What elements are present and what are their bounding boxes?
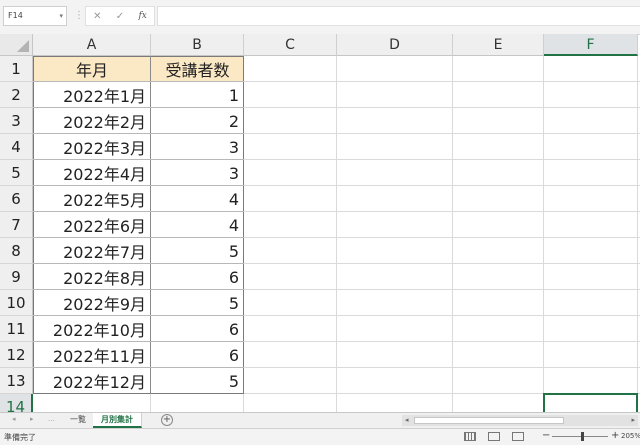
header-cell-month[interactable]: 年月 <box>33 56 151 82</box>
table-row-divider <box>33 159 244 160</box>
name-box[interactable]: F14 ▾ <box>3 6 67 26</box>
row-header-6[interactable]: 6 <box>0 186 33 212</box>
status-text: 準備完了 <box>4 433 36 442</box>
more-tabs-icon[interactable]: … <box>48 415 55 423</box>
cell-month[interactable]: 2022年1月 <box>33 82 151 108</box>
cell-month[interactable]: 2022年3月 <box>33 134 151 160</box>
spreadsheet-grid[interactable]: A B C D E F 1 2 3 4 5 6 7 8 9 10 11 12 13 14 年月 受講者数 2022年1月 1 2… <box>0 34 640 440</box>
name-box-value: F14 <box>8 11 23 20</box>
table-row-divider <box>33 315 244 316</box>
row-header-5[interactable]: 5 <box>0 160 33 186</box>
zoom-slider[interactable] <box>552 436 608 437</box>
formula-input[interactable] <box>157 6 640 26</box>
add-sheet-button[interactable]: + <box>161 414 173 426</box>
enter-icon[interactable]: ✓ <box>116 11 124 22</box>
cancel-icon[interactable]: ✕ <box>93 11 101 22</box>
column-header-f[interactable]: F <box>544 34 638 56</box>
cell-count[interactable]: 3 <box>151 134 244 160</box>
status-bar: 準備完了 − + 205% <box>0 428 640 445</box>
cell-count[interactable]: 6 <box>151 342 244 368</box>
cell-month[interactable]: 2022年11月 <box>33 342 151 368</box>
select-all-icon <box>17 40 29 52</box>
cell-count[interactable]: 3 <box>151 160 244 186</box>
scrollbar-thumb[interactable] <box>414 417 564 424</box>
row-header-13[interactable]: 13 <box>0 368 33 394</box>
cell-count[interactable]: 1 <box>151 82 244 108</box>
page-layout-icon[interactable] <box>488 432 500 441</box>
cell-month[interactable]: 2022年5月 <box>33 186 151 212</box>
row-header-11[interactable]: 11 <box>0 316 33 342</box>
horizontal-scrollbar[interactable]: ◂ ▸ <box>402 415 638 426</box>
table-row-divider <box>33 107 244 108</box>
sheet-tab-bar: ◂ ▸ … 一覧 月別集計 + ◂ ▸ <box>0 412 640 429</box>
table-row-divider <box>33 81 244 82</box>
cell-count[interactable]: 2 <box>151 108 244 134</box>
table-row-divider <box>33 289 244 290</box>
scroll-tabs-left-icon[interactable]: ◂ <box>12 415 16 423</box>
row-header-4[interactable]: 4 <box>0 134 33 160</box>
row-header-7[interactable]: 7 <box>0 212 33 238</box>
row-header-3[interactable]: 3 <box>0 108 33 134</box>
gridline-vertical <box>637 56 638 440</box>
table-row-divider <box>33 341 244 342</box>
cell-month[interactable]: 2022年8月 <box>33 264 151 290</box>
cell-count[interactable]: 6 <box>151 316 244 342</box>
row-header-8[interactable]: 8 <box>0 238 33 264</box>
table-row-divider <box>33 237 244 238</box>
cell-count[interactable]: 4 <box>151 186 244 212</box>
scroll-tabs-right-icon[interactable]: ▸ <box>30 415 34 423</box>
gridline-vertical <box>543 56 544 440</box>
scroll-right-icon[interactable]: ▸ <box>631 415 635 426</box>
gridline-vertical <box>336 56 337 440</box>
table-row-divider <box>33 263 244 264</box>
table-row-divider <box>33 367 244 368</box>
zoom-out-button[interactable]: − <box>542 430 550 441</box>
cell-count[interactable]: 5 <box>151 290 244 316</box>
row-header-9[interactable]: 9 <box>0 264 33 290</box>
row-header-2[interactable]: 2 <box>0 82 33 108</box>
formula-buttons: ✕ ✓ fx <box>85 6 155 26</box>
cell-count[interactable]: 5 <box>151 368 244 394</box>
cell-month[interactable]: 2022年10月 <box>33 316 151 342</box>
select-all-button[interactable] <box>0 34 33 56</box>
page-break-preview-icon[interactable] <box>512 432 524 441</box>
normal-view-icon[interactable] <box>464 432 476 441</box>
column-header-c[interactable]: C <box>244 34 337 56</box>
scroll-left-icon[interactable]: ◂ <box>405 415 409 426</box>
column-header-e[interactable]: E <box>453 34 544 56</box>
insert-function-icon[interactable]: fx <box>138 11 146 21</box>
column-header-b[interactable]: B <box>151 34 244 56</box>
row-header-1[interactable]: 1 <box>0 56 33 82</box>
cell-month[interactable]: 2022年12月 <box>33 368 151 394</box>
sheet-tab-monthly[interactable]: 月別集計 <box>93 413 142 428</box>
drag-handle-icon[interactable]: ⋮ <box>74 10 84 21</box>
zoom-level[interactable]: 205% <box>621 432 640 440</box>
zoom-in-button[interactable]: + <box>611 430 619 441</box>
row-header-12[interactable]: 12 <box>0 342 33 368</box>
formula-bar: F14 ▾ ⋮ ✕ ✓ fx <box>0 0 640 35</box>
table-row-divider <box>33 211 244 212</box>
cell-count[interactable]: 5 <box>151 238 244 264</box>
column-header-a[interactable]: A <box>33 34 151 56</box>
row-header-10[interactable]: 10 <box>0 290 33 316</box>
cell-count[interactable]: 4 <box>151 212 244 238</box>
column-header-d[interactable]: D <box>337 34 453 56</box>
cell-month[interactable]: 2022年7月 <box>33 238 151 264</box>
table-row-divider <box>33 185 244 186</box>
chevron-down-icon[interactable]: ▾ <box>59 7 63 25</box>
sheet-tab-ichiran[interactable]: 一覧 <box>62 413 95 428</box>
cell-month[interactable]: 2022年9月 <box>33 290 151 316</box>
header-cell-count[interactable]: 受講者数 <box>151 56 244 82</box>
table-row-divider <box>33 133 244 134</box>
gridline-vertical <box>452 56 453 440</box>
cell-month[interactable]: 2022年2月 <box>33 108 151 134</box>
cell-count[interactable]: 6 <box>151 264 244 290</box>
cell-month[interactable]: 2022年4月 <box>33 160 151 186</box>
cell-month[interactable]: 2022年6月 <box>33 212 151 238</box>
zoom-slider-knob[interactable] <box>581 432 584 441</box>
